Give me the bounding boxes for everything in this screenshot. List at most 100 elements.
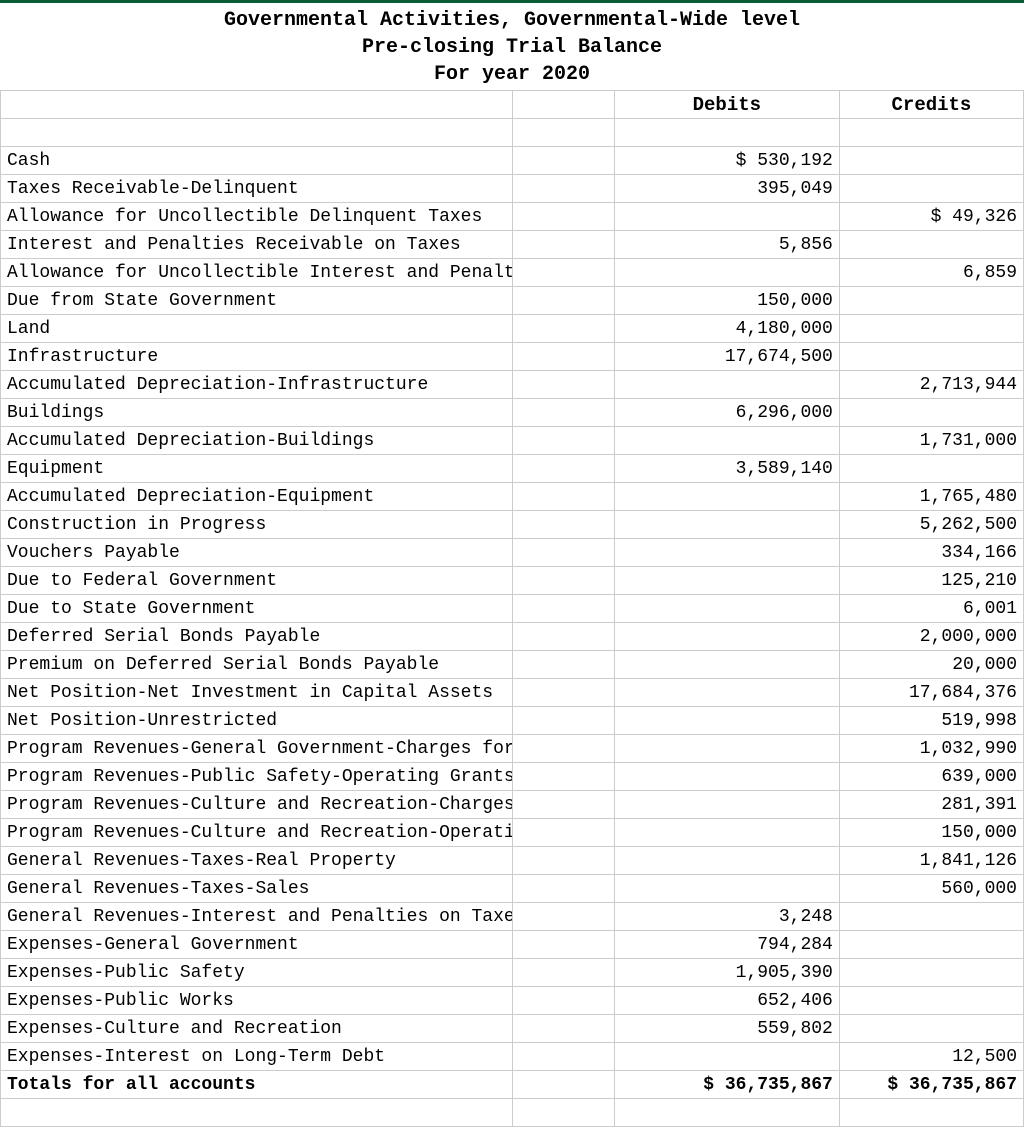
account-row: Taxes Receivable-Delinquent395,049 bbox=[1, 175, 1024, 203]
account-label: Due to State Government bbox=[1, 595, 513, 623]
account-credit: 1,841,126 bbox=[839, 847, 1023, 875]
account-row: Program Revenues-Culture and Recreation-… bbox=[1, 791, 1024, 819]
account-credit: $ 49,326 bbox=[839, 203, 1023, 231]
trial-balance-sheet: Governmental Activities, Governmental-Wi… bbox=[0, 0, 1024, 1127]
account-credit: 6,001 bbox=[839, 595, 1023, 623]
account-row: Equipment 3,589,140 bbox=[1, 455, 1024, 483]
account-row: Allowance for Uncollectible Delinquent T… bbox=[1, 203, 1024, 231]
totals-label: Totals for all accounts bbox=[1, 1071, 513, 1099]
account-label: Due to Federal Government bbox=[1, 567, 513, 595]
account-row: Deferred Serial Bonds Payable2,000,000 bbox=[1, 623, 1024, 651]
totals-row: Totals for all accounts $ 36,735,867 $ 3… bbox=[1, 1071, 1024, 1099]
account-debit: 4,180,000 bbox=[614, 315, 839, 343]
account-credit bbox=[839, 931, 1023, 959]
account-row: Buildings 6,296,000 bbox=[1, 399, 1024, 427]
account-debit: 1,905,390 bbox=[614, 959, 839, 987]
account-row: General Revenues-Taxes-Sales560,000 bbox=[1, 875, 1024, 903]
totals-debit: $ 36,735,867 bbox=[614, 1071, 839, 1099]
account-credit: 5,262,500 bbox=[839, 511, 1023, 539]
account-debit: 3,589,140 bbox=[614, 455, 839, 483]
trailing-blank-row bbox=[1, 1099, 1024, 1127]
account-row: Due to Federal Government125,210 bbox=[1, 567, 1024, 595]
account-row: Due to State Government 6,001 bbox=[1, 595, 1024, 623]
account-row: Accumulated Depreciation-Infrastructure 2… bbox=[1, 371, 1024, 399]
account-credit bbox=[839, 315, 1023, 343]
account-label: Allowance for Uncollectible Interest and… bbox=[1, 259, 513, 287]
account-credit bbox=[839, 147, 1023, 175]
title-line-3: For year 2020 bbox=[0, 61, 1024, 88]
account-label: Interest and Penalties Receivable on Tax… bbox=[1, 231, 513, 259]
account-row: Allowance for Uncollectible Interest and… bbox=[1, 259, 1024, 287]
account-label: Vouchers Payable bbox=[1, 539, 513, 567]
account-label: General Revenues-Taxes-Real Property bbox=[1, 847, 513, 875]
account-debit bbox=[614, 427, 839, 455]
account-debit: 3,248 bbox=[614, 903, 839, 931]
account-credit: 281,391 bbox=[839, 791, 1023, 819]
account-debit bbox=[614, 259, 839, 287]
account-row: Program Revenues-General Government-Char… bbox=[1, 735, 1024, 763]
account-row: Expenses-General Government794,284 bbox=[1, 931, 1024, 959]
account-credit: 2,713,944 bbox=[839, 371, 1023, 399]
account-label: Allowance for Uncollectible Delinquent T… bbox=[1, 203, 513, 231]
account-credit bbox=[839, 175, 1023, 203]
account-label: Net Position-Unrestricted bbox=[1, 707, 513, 735]
account-debit bbox=[614, 707, 839, 735]
account-debit bbox=[614, 511, 839, 539]
account-debit bbox=[614, 763, 839, 791]
header-blank-2 bbox=[512, 91, 614, 119]
account-row: General Revenues-Interest and Penalties … bbox=[1, 903, 1024, 931]
account-label: Expenses-Public Safety bbox=[1, 959, 513, 987]
account-debit bbox=[614, 1043, 839, 1071]
account-row: Expenses-Public Works652,406 bbox=[1, 987, 1024, 1015]
account-debit: 150,000 bbox=[614, 287, 839, 315]
account-debit bbox=[614, 371, 839, 399]
account-row: Accumulated Depreciation-Equipment 1,765,… bbox=[1, 483, 1024, 511]
totals-credit: $ 36,735,867 bbox=[839, 1071, 1023, 1099]
account-debit bbox=[614, 875, 839, 903]
account-row: Due from State Government150,000 bbox=[1, 287, 1024, 315]
account-debit bbox=[614, 819, 839, 847]
account-row: Net Position-Net Investment in Capital A… bbox=[1, 679, 1024, 707]
account-label: Buildings bbox=[1, 399, 513, 427]
account-debit bbox=[614, 847, 839, 875]
account-credit: 17,684,376 bbox=[839, 679, 1023, 707]
account-label: Program Revenues-General Government-Char… bbox=[1, 735, 513, 763]
account-label: Accumulated Depreciation-Buildings bbox=[1, 427, 513, 455]
account-label: Accumulated Depreciation-Equipment bbox=[1, 483, 513, 511]
account-debit: 6,296,000 bbox=[614, 399, 839, 427]
account-label: Premium on Deferred Serial Bonds Payable bbox=[1, 651, 513, 679]
account-credit: 1,731,000 bbox=[839, 427, 1023, 455]
account-label: Accumulated Depreciation-Infrastructure bbox=[1, 371, 513, 399]
account-row: General Revenues-Taxes-Real Property 1,84… bbox=[1, 847, 1024, 875]
account-row: Program Revenues-Culture and Recreation-… bbox=[1, 819, 1024, 847]
account-debit bbox=[614, 203, 839, 231]
account-label: Program Revenues-Public Safety-Operating… bbox=[1, 763, 513, 791]
account-row: Net Position-Unrestricted 519,998 bbox=[1, 707, 1024, 735]
account-row: Vouchers Payable 334,166 bbox=[1, 539, 1024, 567]
account-debit bbox=[614, 651, 839, 679]
account-debit bbox=[614, 539, 839, 567]
account-label: Expenses-Public Works bbox=[1, 987, 513, 1015]
account-debit bbox=[614, 735, 839, 763]
account-row: Expenses-Culture and Recreation559,802 bbox=[1, 1015, 1024, 1043]
account-debit bbox=[614, 623, 839, 651]
account-label: Expenses-Interest on Long-Term Debt bbox=[1, 1043, 513, 1071]
account-credit: 334,166 bbox=[839, 539, 1023, 567]
account-credit bbox=[839, 903, 1023, 931]
account-row: Construction in Progress5,262,500 bbox=[1, 511, 1024, 539]
title-line-1: Governmental Activities, Governmental-Wi… bbox=[0, 7, 1024, 34]
account-credit: 519,998 bbox=[839, 707, 1023, 735]
account-row: Accumulated Depreciation-Buildings 1,731,… bbox=[1, 427, 1024, 455]
header-blank-1 bbox=[1, 91, 513, 119]
account-row: Expenses-Public Safety 1,905,390 bbox=[1, 959, 1024, 987]
account-label: Net Position-Net Investment in Capital A… bbox=[1, 679, 513, 707]
account-row: Infrastructure17,674,500 bbox=[1, 343, 1024, 371]
account-debit bbox=[614, 567, 839, 595]
account-credit: 20,000 bbox=[839, 651, 1023, 679]
title-line-2: Pre-closing Trial Balance bbox=[0, 34, 1024, 61]
account-label: Equipment bbox=[1, 455, 513, 483]
blank-row bbox=[1, 119, 1024, 147]
trial-balance-table: Debits Credits Cash$ 530,192Taxes Receiv… bbox=[0, 90, 1024, 1127]
header-credits: Credits bbox=[839, 91, 1023, 119]
account-credit: 1,765,480 bbox=[839, 483, 1023, 511]
